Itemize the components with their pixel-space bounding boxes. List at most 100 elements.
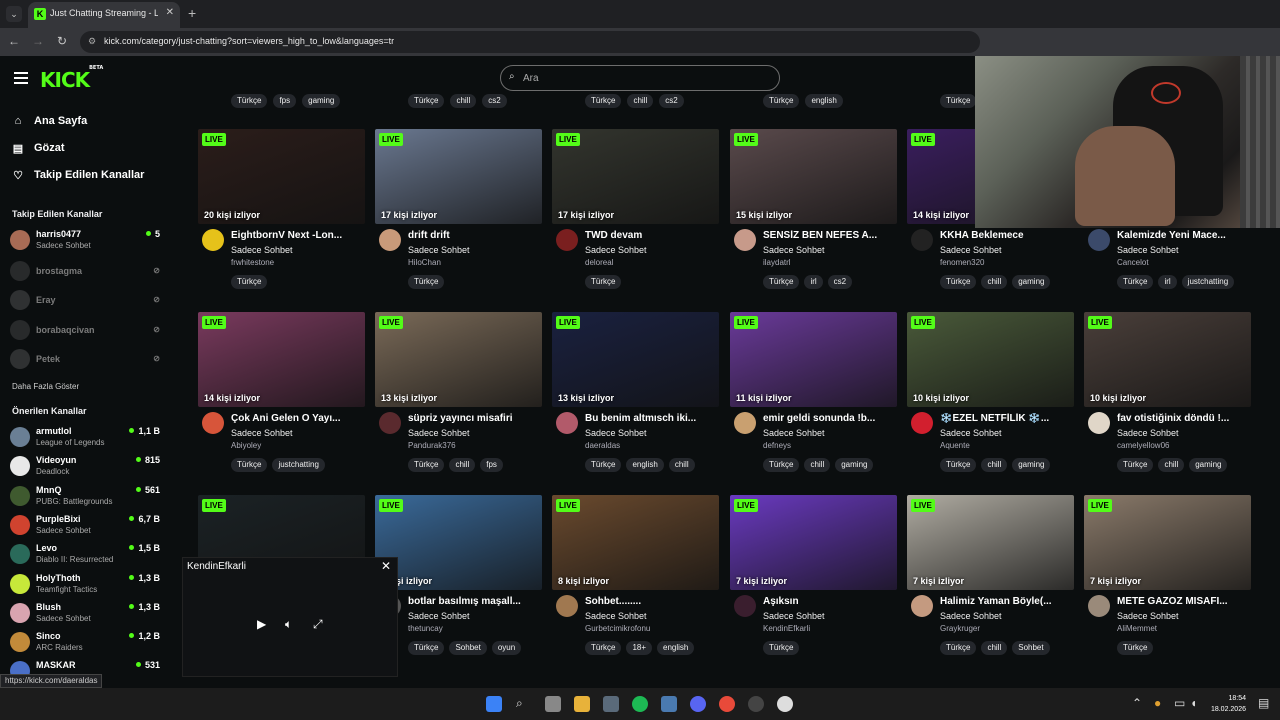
stream-category[interactable]: Sadece Sohbet	[408, 611, 470, 621]
channel-item[interactable]: Sinco ARC Raiders 1,2 B	[10, 629, 160, 655]
volume-icon[interactable]: 🔈︎	[285, 617, 292, 632]
streamer-avatar[interactable]	[911, 412, 933, 434]
streamer-name[interactable]: camelyellow06	[1117, 441, 1169, 450]
tag-chip[interactable]: Türkçe	[585, 275, 622, 289]
tag-chip[interactable]: english	[805, 94, 843, 108]
stream-thumbnail[interactable]: LIVE 20 kişi izliyor	[198, 129, 365, 224]
close-icon[interactable]: ✕	[381, 559, 391, 573]
streamer-name[interactable]: Aquente	[940, 441, 970, 450]
stream-title[interactable]: EightbornV Next -Lon...	[231, 230, 363, 241]
tab-close-icon[interactable]: ✕	[166, 7, 174, 18]
streamer-name[interactable]: fenomen320	[940, 258, 984, 267]
stream-title[interactable]: ❄️EZEL NETFİLİK ❄️...	[940, 413, 1072, 424]
tag-chip[interactable]: fps	[480, 458, 503, 472]
tag-chip[interactable]: Türkçe	[408, 641, 445, 655]
stream-category[interactable]: Sadece Sohbet	[763, 611, 825, 621]
stream-thumbnail[interactable]: LIVE 7 kişi izliyor	[730, 495, 897, 590]
streamer-name[interactable]: daeraldas	[585, 441, 620, 450]
network-icon[interactable]: ▭	[1174, 696, 1185, 710]
tag-chip[interactable]: Sohbet	[449, 641, 487, 655]
tag-chip[interactable]: fps	[273, 94, 297, 108]
streamer-avatar[interactable]	[734, 412, 756, 434]
channel-item[interactable]: armutlol League of Legends 1,1 B	[10, 424, 160, 450]
fullscreen-icon[interactable]: ⤢	[313, 617, 323, 632]
stream-title[interactable]: SENSİZ BEN NEFES A...	[763, 230, 895, 241]
tag-chip[interactable]: Türkçe	[585, 458, 622, 472]
streamer-name[interactable]: defneys	[763, 441, 791, 450]
reload-icon[interactable]: ↻	[54, 34, 70, 48]
microphone-icon[interactable]: ●	[1154, 696, 1161, 710]
streamer-name[interactable]: Cancelot	[1117, 258, 1149, 267]
stream-thumbnail[interactable]: LIVE 7 kişi izliyor	[1084, 495, 1251, 590]
stream-thumbnail[interactable]: LIVE 13 kişi izliyor	[375, 312, 542, 407]
tag-chip[interactable]: irl	[1158, 275, 1177, 289]
channel-item[interactable]: Blush Sadece Sohbet 1,3 B	[10, 600, 160, 626]
kick-logo[interactable]: KICKBETA	[40, 65, 103, 92]
tag-chip[interactable]: cs2	[827, 275, 853, 289]
show-more-link[interactable]: Daha Fazla Göster	[12, 382, 79, 391]
tag-chip[interactable]: Türkçe	[231, 94, 268, 108]
streamer-avatar[interactable]	[911, 595, 933, 617]
tag-chip[interactable]: irl	[804, 275, 823, 289]
tag-chip[interactable]: Türkçe	[1117, 275, 1154, 289]
channel-item[interactable]: HolyThoth Teamfight Tactics 1,3 B	[10, 571, 160, 597]
stream-category[interactable]: Sadece Sohbet	[940, 245, 1002, 255]
tag-chip[interactable]: gaming	[302, 94, 341, 108]
stream-category[interactable]: Sadece Sohbet	[940, 611, 1002, 621]
tag-chip[interactable]: gaming	[1012, 275, 1051, 289]
stream-thumbnail[interactable]: LIVE 14 kişi izliyor	[198, 312, 365, 407]
forward-icon[interactable]: →	[30, 34, 46, 48]
search-icon[interactable]: ⌕	[516, 696, 523, 711]
tag-chip[interactable]: gaming	[1189, 458, 1228, 472]
tag-chip[interactable]: Türkçe	[940, 275, 977, 289]
tag-chip[interactable]: Türkçe	[763, 94, 800, 108]
tag-chip[interactable]: chill	[668, 458, 695, 472]
streamer-name[interactable]: thetuncay	[408, 624, 443, 633]
stream-title[interactable]: Halimiz Yaman Böyle(...	[940, 596, 1072, 607]
stream-category[interactable]: Sadece Sohbet	[1117, 428, 1179, 438]
stream-title[interactable]: botlar basılmış maşall...	[408, 596, 540, 607]
tag-chip[interactable]: 18+	[626, 641, 653, 655]
streamer-avatar[interactable]	[1088, 595, 1110, 617]
streamer-name[interactable]: Pandurak376	[408, 441, 456, 450]
tag-chip[interactable]: chill	[981, 641, 1008, 655]
streamer-avatar[interactable]	[556, 412, 578, 434]
stream-thumbnail[interactable]: LIVE 13 kişi izliyor	[552, 312, 719, 407]
streamer-name[interactable]: Graykruger	[940, 624, 980, 633]
tab-search-icon[interactable]: ⌄	[6, 6, 22, 22]
app-icon[interactable]	[748, 696, 764, 712]
tag-chip[interactable]: Türkçe	[763, 275, 800, 289]
tag-chip[interactable]: Türkçe	[231, 275, 268, 289]
stream-title[interactable]: Bu benim altmısch iki...	[585, 413, 717, 424]
channel-item[interactable]: harris0477 Sadece Sohbet 5	[10, 227, 160, 253]
clock[interactable]: 18:54 18.02.2026	[1211, 693, 1246, 715]
stream-category[interactable]: Sadece Sohbet	[1117, 611, 1179, 621]
stream-title[interactable]: süpriz yayıncı misafiri	[408, 413, 540, 424]
start-icon[interactable]	[486, 696, 502, 712]
tag-chip[interactable]: Türkçe	[763, 641, 800, 655]
tag-chip[interactable]: gaming	[1012, 458, 1051, 472]
streamer-avatar[interactable]	[911, 229, 933, 251]
store-icon[interactable]	[603, 696, 619, 712]
tag-chip[interactable]: Türkçe	[408, 94, 445, 108]
notification-icon[interactable]: ▤	[1258, 696, 1269, 710]
tag-chip[interactable]: Sohbet	[1012, 641, 1050, 655]
discord-icon[interactable]	[690, 696, 706, 712]
tag-chip[interactable]: chill	[804, 458, 831, 472]
streamer-avatar[interactable]	[379, 412, 401, 434]
stream-title[interactable]: emir geldi sonunda !b...	[763, 413, 895, 424]
stream-category[interactable]: Sadece Sohbet	[585, 428, 647, 438]
stream-category[interactable]: Sadece Sohbet	[763, 428, 825, 438]
streamer-name[interactable]: Gurbetcimikrofonu	[585, 624, 650, 633]
tag-chip[interactable]: Türkçe	[408, 275, 445, 289]
stream-thumbnail[interactable]: LIVE 7 kişi izliyor	[907, 495, 1074, 590]
stream-title[interactable]: fav otistiğinix döndü !...	[1117, 413, 1249, 424]
streamer-avatar[interactable]	[1088, 229, 1110, 251]
stream-title[interactable]: Sohbet........	[585, 596, 717, 607]
channel-item[interactable]: PurpleBixi Sadece Sohbet 6,7 B	[10, 512, 160, 538]
stream-title[interactable]: KKHA Beklemece	[940, 230, 1072, 241]
streamer-name[interactable]: ilaydatrl	[763, 258, 791, 267]
tag-chip[interactable]: Türkçe	[940, 94, 977, 108]
sidebar-nav-item[interactable]: ▤ Gözat	[12, 138, 65, 158]
play-icon[interactable]: ▶	[257, 617, 266, 631]
